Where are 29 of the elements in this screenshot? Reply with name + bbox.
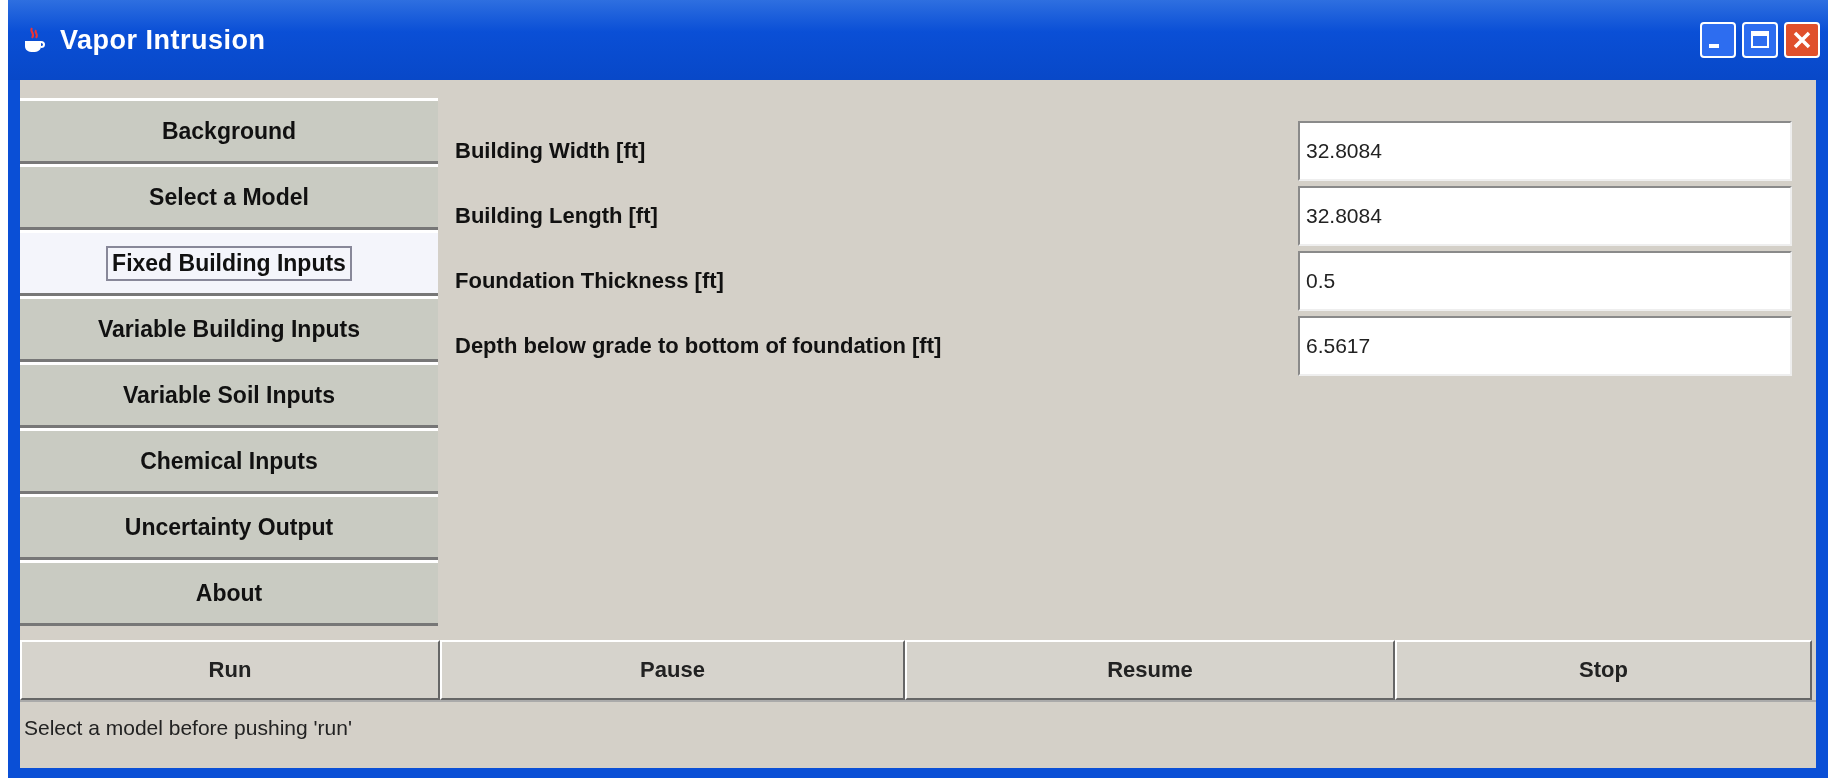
action-button[interactable]: Resume — [905, 640, 1395, 700]
status-text: Select a model before pushing 'run' — [24, 716, 352, 740]
maximize-button[interactable] — [1742, 22, 1778, 58]
maximize-icon — [1749, 29, 1771, 51]
input-field[interactable]: 32.8084 — [1298, 120, 1792, 181]
action-button[interactable]: Stop — [1395, 640, 1812, 700]
input-field[interactable]: 6.5617 — [1298, 315, 1792, 376]
action-button[interactable]: Run — [20, 640, 440, 700]
input-field[interactable]: 0.5 — [1298, 250, 1792, 311]
sidebar-item[interactable]: Fixed Building Inputs — [20, 230, 438, 296]
sidebar-item[interactable]: Chemical Inputs — [20, 428, 438, 494]
sidebar-item[interactable]: Background — [20, 98, 438, 164]
input-field[interactable]: 32.8084 — [1298, 185, 1792, 246]
sidebar-item[interactable]: About — [20, 560, 438, 626]
minimize-button[interactable] — [1700, 22, 1736, 58]
field-label: Building Width [ft] — [455, 137, 647, 164]
field-label: Depth below grade to bottom of foundation [ft] — [455, 332, 943, 359]
action-button[interactable]: Pause — [440, 640, 905, 700]
window-title: Vapor Intrusion — [60, 24, 267, 56]
close-icon — [1791, 29, 1813, 51]
close-button[interactable] — [1784, 22, 1820, 58]
sidebar-item[interactable]: Variable Soil Inputs — [20, 362, 438, 428]
sidebar-item[interactable]: Uncertainty Output — [20, 494, 438, 560]
field-label: Foundation Thickness [ft] — [455, 267, 725, 294]
sidebar-item[interactable]: Variable Building Inputs — [20, 296, 438, 362]
sidebar-item[interactable]: Select a Model — [20, 164, 438, 230]
field-label: Building Length [ft] — [455, 202, 659, 229]
minimize-icon — [1709, 44, 1719, 48]
app-icon — [22, 26, 46, 54]
